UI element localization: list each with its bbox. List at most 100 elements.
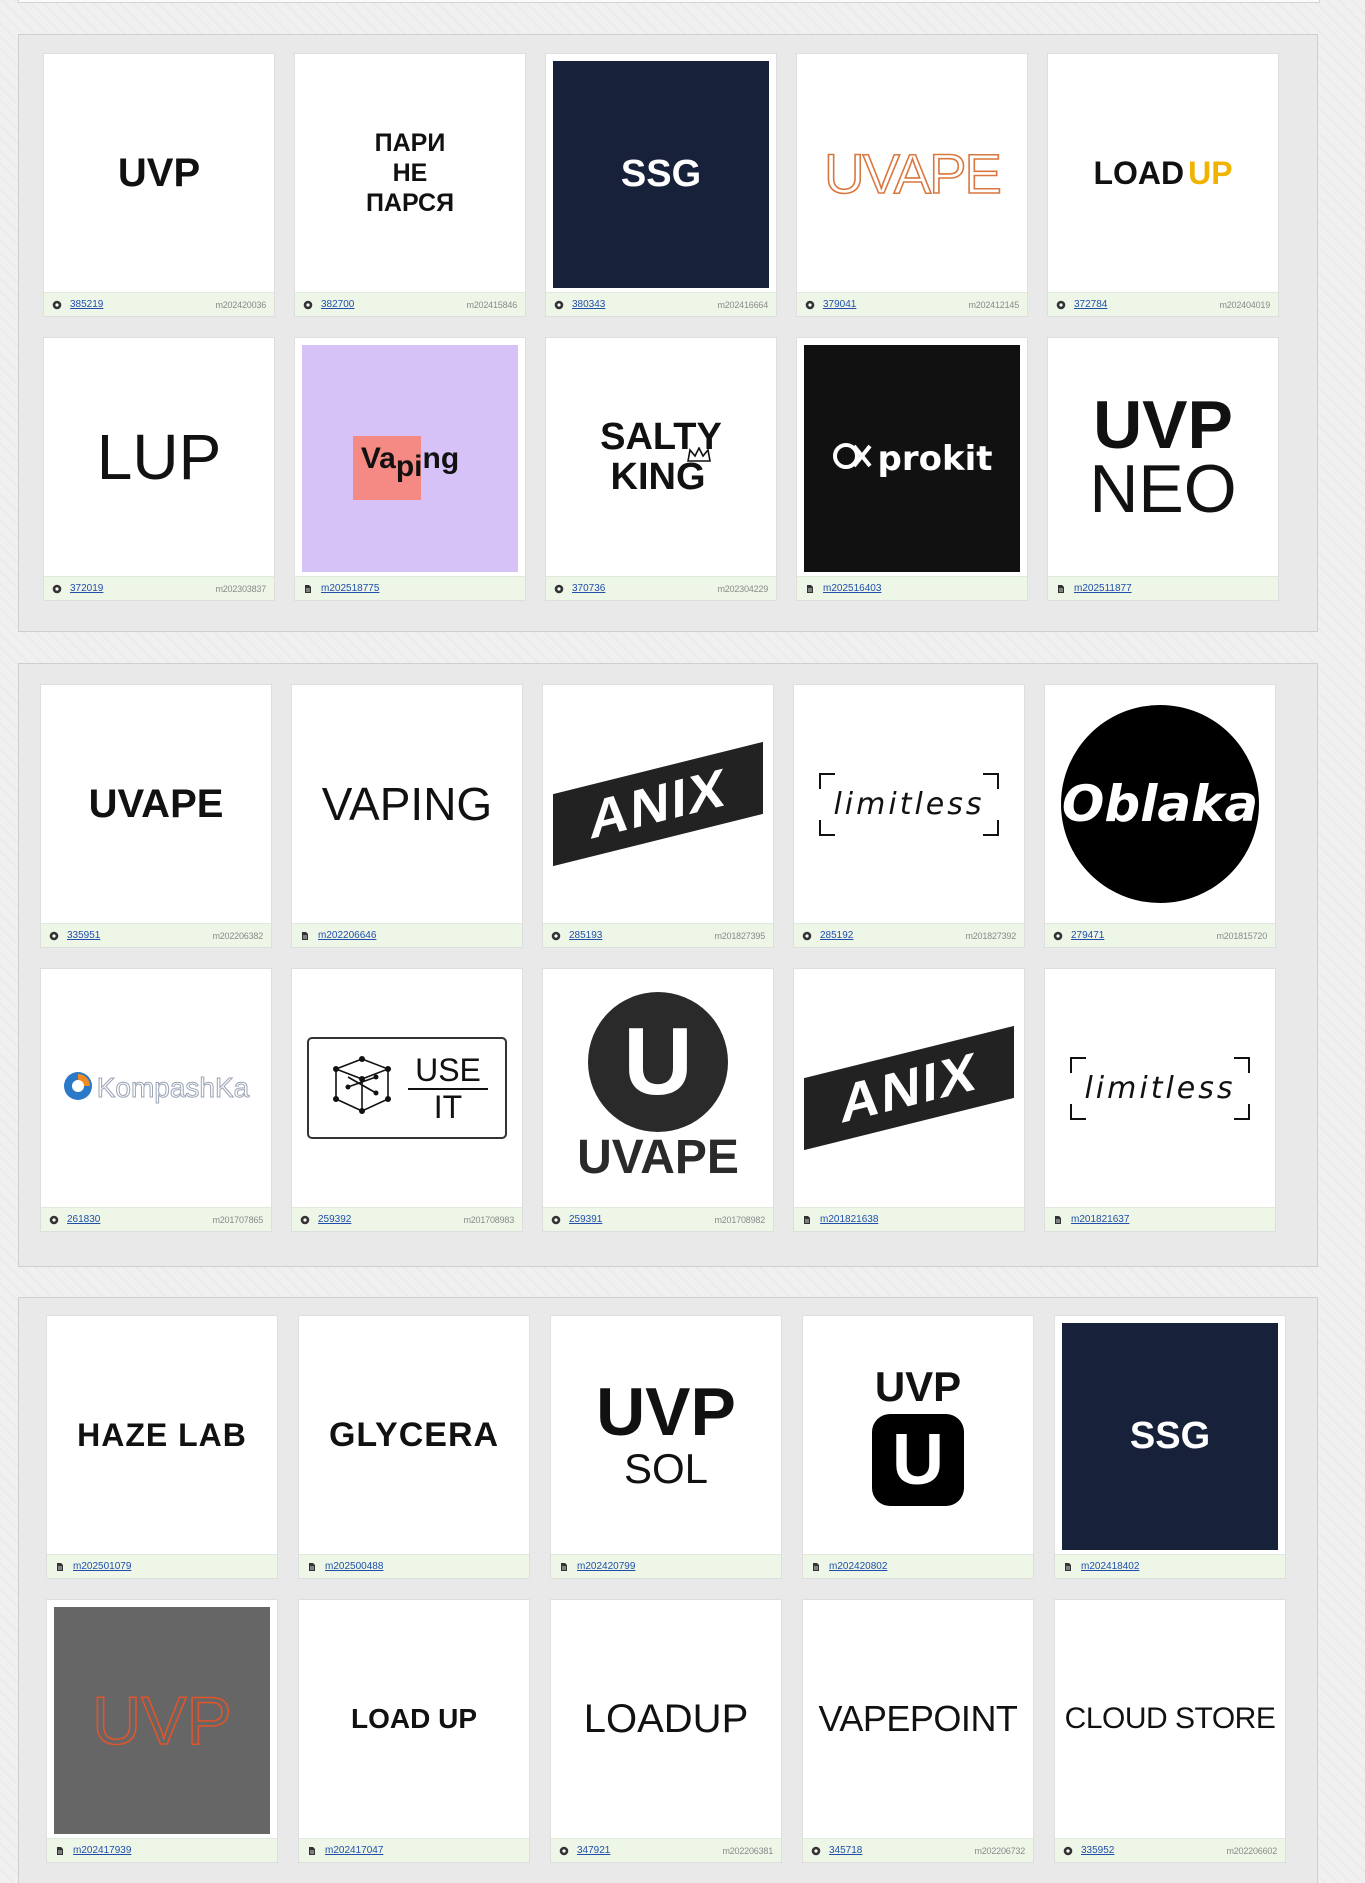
registration-link[interactable]: m202420802 <box>829 1561 887 1572</box>
registration-link[interactable]: m202511877 <box>1074 583 1132 594</box>
trademark-card[interactable]: UVP NEO m202511877 <box>1047 337 1279 601</box>
trademark-card[interactable]: UVP U m202420802 <box>802 1315 1034 1579</box>
trademark-logo: LUP <box>44 338 274 576</box>
registration-link[interactable]: m202417047 <box>325 1845 383 1856</box>
registration-link[interactable]: m202420799 <box>577 1561 635 1572</box>
trademark-card[interactable]: UVP 385219 m202420036 <box>43 53 275 317</box>
logo-text: HAZE LAB <box>77 1416 247 1453</box>
document-icon <box>307 1562 317 1572</box>
eye-icon <box>554 584 564 594</box>
logo-text: UVP <box>874 1363 962 1410</box>
trademark-card[interactable]: LOADUP 347921 m202206381 <box>550 1599 782 1863</box>
application-number: m202415846 <box>466 299 517 310</box>
application-number: m202404019 <box>1219 299 1270 310</box>
trademark-card[interactable]: SALTY KING 370736 m202304229 <box>545 337 777 601</box>
trademark-logo: CLOUD STORE <box>1055 1600 1285 1838</box>
trademark-grid: UVAPE 335951 m202206382 VAPING m20220664… <box>40 684 1276 1232</box>
registration-link[interactable]: 259392 <box>318 1214 351 1225</box>
trademark-card[interactable]: CLOUD STORE 335952 m202206602 <box>1054 1599 1286 1863</box>
logo-text: limitless <box>1084 1070 1236 1106</box>
eye-icon <box>52 300 62 310</box>
logo-text: UVAPE <box>823 141 1002 206</box>
trademark-card[interactable]: GLYCERA m202500488 <box>298 1315 530 1579</box>
trademark-logo: UVP U <box>803 1316 1033 1554</box>
card-footer: m202206646 <box>292 923 522 947</box>
document-icon <box>1056 584 1066 594</box>
registration-link[interactable]: m201821638 <box>820 1214 878 1225</box>
trademark-card[interactable]: LUP 372019 m202303837 <box>43 337 275 601</box>
registration-link[interactable]: 379041 <box>823 299 856 310</box>
trademark-card[interactable]: UVAPE 379041 m202412145 <box>796 53 1028 317</box>
card-footer: 380343 m202416664 <box>546 292 776 316</box>
registration-link[interactable]: 380343 <box>572 299 605 310</box>
document-icon <box>300 931 310 941</box>
registration-link[interactable]: 347921 <box>577 1845 610 1856</box>
application-number: m202206381 <box>722 1845 773 1856</box>
registration-link[interactable]: 370736 <box>572 583 605 594</box>
trademark-logo: SSG <box>1055 1316 1285 1554</box>
registration-link[interactable]: m201821637 <box>1071 1214 1129 1225</box>
logo-text: SSG <box>1129 1415 1211 1457</box>
trademark-logo: UVP NEO <box>1048 338 1278 576</box>
trademark-card[interactable]: limitless m201821637 <box>1044 968 1276 1232</box>
trademark-card[interactable]: UVAPE 335951 m202206382 <box>40 684 272 948</box>
document-icon <box>1053 1215 1063 1225</box>
registration-link[interactable]: 261830 <box>67 1214 100 1225</box>
trademark-card[interactable]: UVP SOL m202420799 <box>550 1315 782 1579</box>
registration-link[interactable]: m202516403 <box>823 583 881 594</box>
registration-link[interactable]: 259391 <box>569 1214 602 1225</box>
registration-link[interactable]: m202417939 <box>73 1845 131 1856</box>
registration-link[interactable]: m202206646 <box>318 930 376 941</box>
registration-link[interactable]: 285193 <box>569 930 602 941</box>
trademark-card[interactable]: Oblaka 279471 m201815720 <box>1044 684 1276 948</box>
registration-link[interactable]: 279471 <box>1071 930 1104 941</box>
card-footer: 370736 m202304229 <box>546 576 776 600</box>
registration-link[interactable]: 335952 <box>1081 1845 1114 1856</box>
trademark-logo: ПАРИ НЕ ПАРСЯ <box>295 54 525 292</box>
logo-line: SOL <box>623 1445 709 1492</box>
registration-link[interactable]: 345718 <box>829 1845 862 1856</box>
card-footer: m202518775 <box>295 576 525 600</box>
registration-link[interactable]: 382700 <box>321 299 354 310</box>
trademark-card[interactable]: ПАРИ НЕ ПАРСЯ 382700 m202415846 <box>294 53 526 317</box>
registration-link[interactable]: m202418402 <box>1081 1561 1139 1572</box>
document-icon <box>55 1846 65 1856</box>
application-number: m202420036 <box>215 299 266 310</box>
logo-text: prokit <box>877 438 993 479</box>
registration-link[interactable]: 372784 <box>1074 299 1107 310</box>
trademark-card[interactable]: prokit m202516403 <box>796 337 1028 601</box>
application-number: m201707865 <box>212 1214 263 1225</box>
trademark-card[interactable]: ANIX m201821638 <box>793 968 1025 1232</box>
trademark-card[interactable]: USE IT 259392 m201708983 <box>291 968 523 1232</box>
trademark-card[interactable]: UVP m202417939 <box>46 1599 278 1863</box>
trademark-card[interactable]: VAPING m202206646 <box>291 684 523 948</box>
registration-link[interactable]: 372019 <box>70 583 103 594</box>
cube-icon <box>326 1053 398 1124</box>
registration-link[interactable]: m202518775 <box>321 583 379 594</box>
trademark-card[interactable]: SSG 380343 m202416664 <box>545 53 777 317</box>
trademark-card[interactable]: HAZE LAB m202501079 <box>46 1315 278 1579</box>
trademark-card[interactable]: KompashKa 261830 m201707865 <box>40 968 272 1232</box>
registration-link[interactable]: m202501079 <box>73 1561 131 1572</box>
trademark-card[interactable]: limitless 285192 m201827392 <box>793 684 1025 948</box>
trademark-card[interactable]: VAPEPOINT 345718 m202206732 <box>802 1599 1034 1863</box>
logo-text: KompashKa <box>96 1072 250 1104</box>
application-number: m202412145 <box>968 299 1019 310</box>
trademark-grid: HAZE LAB m202501079 GLYCERA m202500488 U… <box>46 1315 1286 1863</box>
trademark-card[interactable]: ANIX 285193 m201827395 <box>542 684 774 948</box>
trademark-logo: VAPEPOINT <box>803 1600 1033 1838</box>
trademark-card[interactable]: U UVAPE 259391 m201708982 <box>542 968 774 1232</box>
trademark-card[interactable]: Va pi ng m202518775 <box>294 337 526 601</box>
trademark-card[interactable]: LOAD UP m202417047 <box>298 1599 530 1863</box>
registration-link[interactable]: m202500488 <box>325 1561 383 1572</box>
card-footer: 347921 m202206381 <box>551 1838 781 1862</box>
card-footer: 335952 m202206602 <box>1055 1838 1285 1862</box>
trademark-card[interactable]: SSG m202418402 <box>1054 1315 1286 1579</box>
logo-text: CLOUD STORE <box>1064 1702 1276 1735</box>
trademark-card[interactable]: LOAD UP 372784 m202404019 <box>1047 53 1279 317</box>
registration-link[interactable]: 385219 <box>70 299 103 310</box>
registration-link[interactable]: 335951 <box>67 930 100 941</box>
eye-icon <box>559 1846 569 1856</box>
logo-line: NEO <box>1089 451 1237 527</box>
registration-link[interactable]: 285192 <box>820 930 853 941</box>
